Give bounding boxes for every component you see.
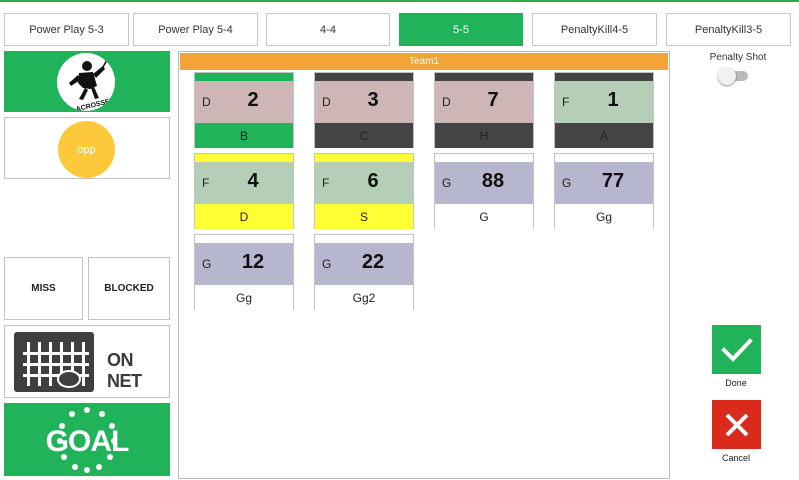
done-label: Done: [725, 378, 747, 388]
cancel-button[interactable]: [712, 400, 761, 449]
player-name: S: [315, 204, 413, 229]
toggle-knob: [718, 67, 736, 85]
player-position: F: [322, 176, 330, 190]
player-color-strip: [555, 73, 653, 81]
player-color-strip: [435, 154, 533, 162]
player-number-area: G 12: [195, 243, 293, 285]
player-name: H: [435, 123, 533, 148]
player-number: 6: [367, 170, 379, 192]
player-position: G: [202, 257, 212, 271]
tab-penalty-kill-4-5[interactable]: PenaltyKill4-5: [532, 13, 657, 46]
player-position: G: [562, 176, 572, 190]
lacrosse-player-icon: LACROSSE: [69, 55, 113, 111]
player-number: 77: [601, 170, 625, 192]
close-icon: [725, 413, 748, 436]
lacrosse-logo: LACROSSE: [57, 53, 115, 111]
tab-penalty-kill-3-5[interactable]: PenaltyKill3-5: [666, 13, 791, 46]
player-card[interactable]: D2B: [194, 72, 294, 148]
player-color-strip: [315, 154, 413, 162]
player-number-area: D2: [195, 81, 293, 123]
player-color-strip: [435, 73, 533, 81]
player-position: G: [442, 176, 452, 190]
team-logo-button[interactable]: LACROSSE: [4, 51, 170, 112]
player-name: Gg: [555, 204, 653, 229]
player-name: Gg2: [315, 285, 413, 310]
player-card[interactable]: D3C: [314, 72, 414, 148]
player-position: D: [442, 95, 451, 109]
player-color-strip: [195, 235, 293, 243]
player-card[interactable]: D7H: [434, 72, 534, 148]
player-position: F: [562, 95, 570, 109]
player-number-area: F6: [315, 162, 413, 204]
penalty-shot-toggle[interactable]: [718, 67, 752, 85]
team-name-bar: Team1: [180, 53, 668, 70]
opponent-box[interactable]: opp: [4, 117, 170, 179]
player-card[interactable]: G 88 G: [434, 153, 534, 229]
miss-button[interactable]: MISS: [4, 257, 83, 320]
penalty-shot-label: Penalty Shot: [709, 52, 767, 63]
player-position: F: [202, 176, 210, 190]
player-position: D: [202, 95, 211, 109]
player-number-area: F4: [195, 162, 293, 204]
player-number-area: D7: [435, 81, 533, 123]
player-card[interactable]: G 77 Gg: [554, 153, 654, 229]
player-number: 2: [247, 89, 259, 111]
check-icon: [720, 337, 753, 362]
player-color-strip: [315, 235, 413, 243]
player-number: 12: [241, 251, 265, 273]
player-name: C: [315, 123, 413, 148]
goal-logo-icon: GOAL: [46, 407, 130, 473]
top-accent-line: [0, 0, 799, 2]
blocked-button[interactable]: BLOCKED: [88, 257, 170, 320]
player-number: 4: [247, 170, 259, 192]
goal-text: GOAL: [46, 425, 129, 458]
player-number-area: G 77: [555, 162, 653, 204]
player-number: 1: [607, 89, 619, 111]
done-button[interactable]: [712, 325, 761, 374]
player-number: 88: [481, 170, 505, 192]
player-card[interactable]: F1A: [554, 72, 654, 148]
goal-button[interactable]: GOAL: [4, 403, 170, 476]
player-name: A: [555, 123, 653, 148]
tab-power-play-5-3[interactable]: Power Play 5-3: [4, 13, 129, 46]
player-card[interactable]: G 12 Gg: [194, 234, 294, 310]
player-name: Gg: [195, 285, 293, 310]
player-number-area: D3: [315, 81, 413, 123]
player-number-area: F1: [555, 81, 653, 123]
player-name: D: [195, 204, 293, 229]
player-card[interactable]: G 22 Gg2: [314, 234, 414, 310]
player-number: 7: [487, 89, 499, 111]
tab-5-5[interactable]: 5-5: [399, 13, 523, 46]
goal-net-icon: [14, 332, 94, 392]
player-number-area: G 22: [315, 243, 413, 285]
player-number-area: G 88: [435, 162, 533, 204]
player-color-strip: [195, 154, 293, 162]
tab-4-4[interactable]: 4-4: [266, 13, 390, 46]
player-number: 22: [361, 251, 385, 273]
opponent-button[interactable]: opp: [58, 121, 115, 178]
player-color-strip: [315, 73, 413, 81]
player-card[interactable]: F4D: [194, 153, 294, 229]
player-position: D: [322, 95, 331, 109]
player-name: B: [195, 123, 293, 148]
cancel-label: Cancel: [721, 453, 750, 463]
player-card[interactable]: F6S: [314, 153, 414, 229]
on-net-label: ON NET: [107, 350, 142, 391]
player-name: G: [435, 204, 533, 229]
tab-power-play-5-4[interactable]: Power Play 5-4: [133, 13, 258, 46]
logo-text: LACROSSE: [71, 98, 111, 111]
player-color-strip: [555, 154, 653, 162]
on-net-button[interactable]: ON NET: [4, 325, 170, 398]
player-color-strip: [195, 73, 293, 81]
player-position: G: [322, 257, 332, 271]
player-number: 3: [367, 89, 379, 111]
